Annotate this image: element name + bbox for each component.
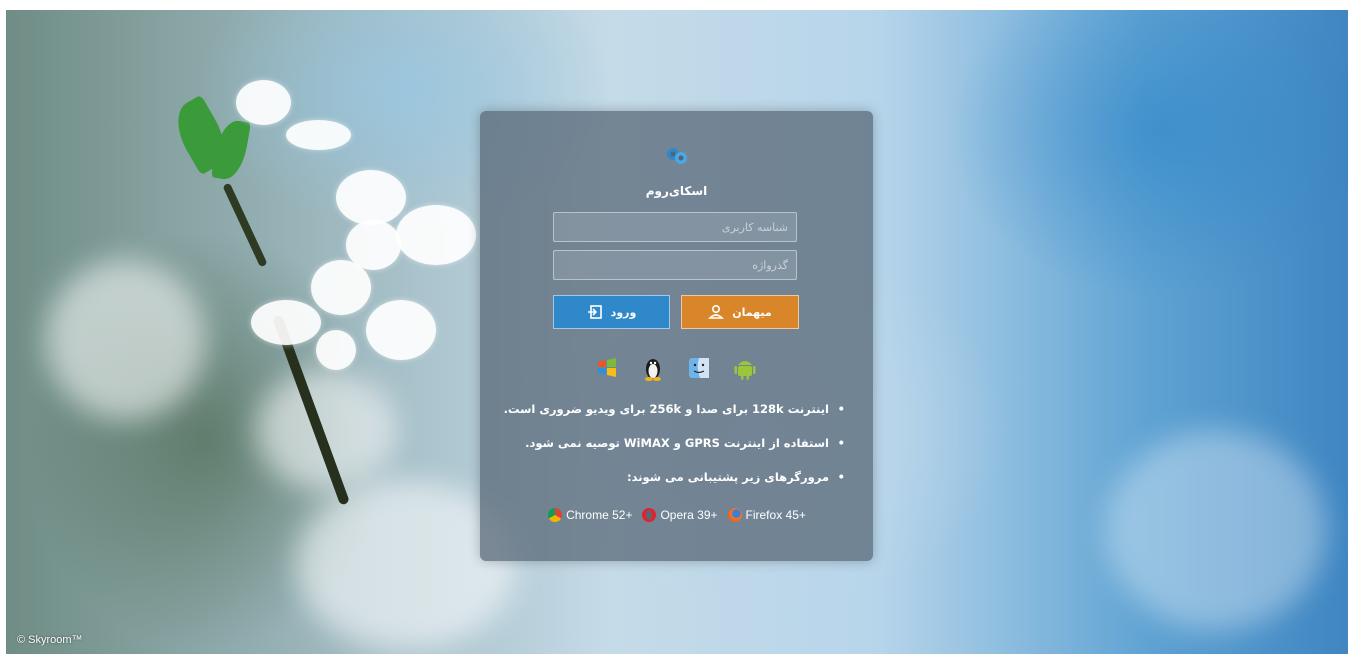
password-input[interactable] <box>553 250 797 280</box>
list-item: استفاده از اینترنت GPRS و WiMAX توصیه نم… <box>500 435 845 469</box>
guest-button[interactable]: میهمان <box>681 295 799 329</box>
list-item: مرورگرهای زیر پشتیبانی می شوند: <box>500 469 845 503</box>
firefox-icon <box>727 508 742 522</box>
list-item: اینترنت 128k برای صدا و 256k برای ویدیو … <box>500 401 845 435</box>
android-icon[interactable] <box>733 355 757 381</box>
copyright-text: © Skyroom™ <box>17 634 83 646</box>
login-button[interactable]: ورود <box>553 295 670 329</box>
app-title: اسکای‌روم <box>645 184 708 198</box>
platform-icons <box>595 355 760 381</box>
opera-icon <box>642 508 657 522</box>
login-card: اسکای‌روم ورود میهمان <box>480 111 873 561</box>
login-button-label: ورود <box>610 305 637 319</box>
username-input[interactable] <box>553 212 797 242</box>
chrome-icon <box>548 508 563 522</box>
skyroom-logo-icon <box>667 148 687 164</box>
windows-icon[interactable] <box>595 355 619 381</box>
browser-chrome: Chrome 52+ <box>548 508 632 522</box>
browser-firefox: Firefox 45+ <box>727 508 806 522</box>
requirements-list: اینترنت 128k برای صدا و 256k برای ویدیو … <box>500 401 845 503</box>
guest-button-label: میهمان <box>732 305 772 319</box>
linux-icon[interactable] <box>641 355 665 381</box>
login-icon <box>587 305 602 319</box>
supported-browsers: Chrome 52+ Opera 39+ Firefox 45+ <box>516 506 838 524</box>
browser-label: Firefox 45+ <box>745 508 806 522</box>
browser-opera: Opera 39+ <box>642 508 718 522</box>
browser-label: Chrome 52+ <box>566 508 633 522</box>
user-icon <box>708 304 725 319</box>
macos-icon[interactable] <box>687 355 711 381</box>
browser-label: Opera 39+ <box>660 508 718 522</box>
